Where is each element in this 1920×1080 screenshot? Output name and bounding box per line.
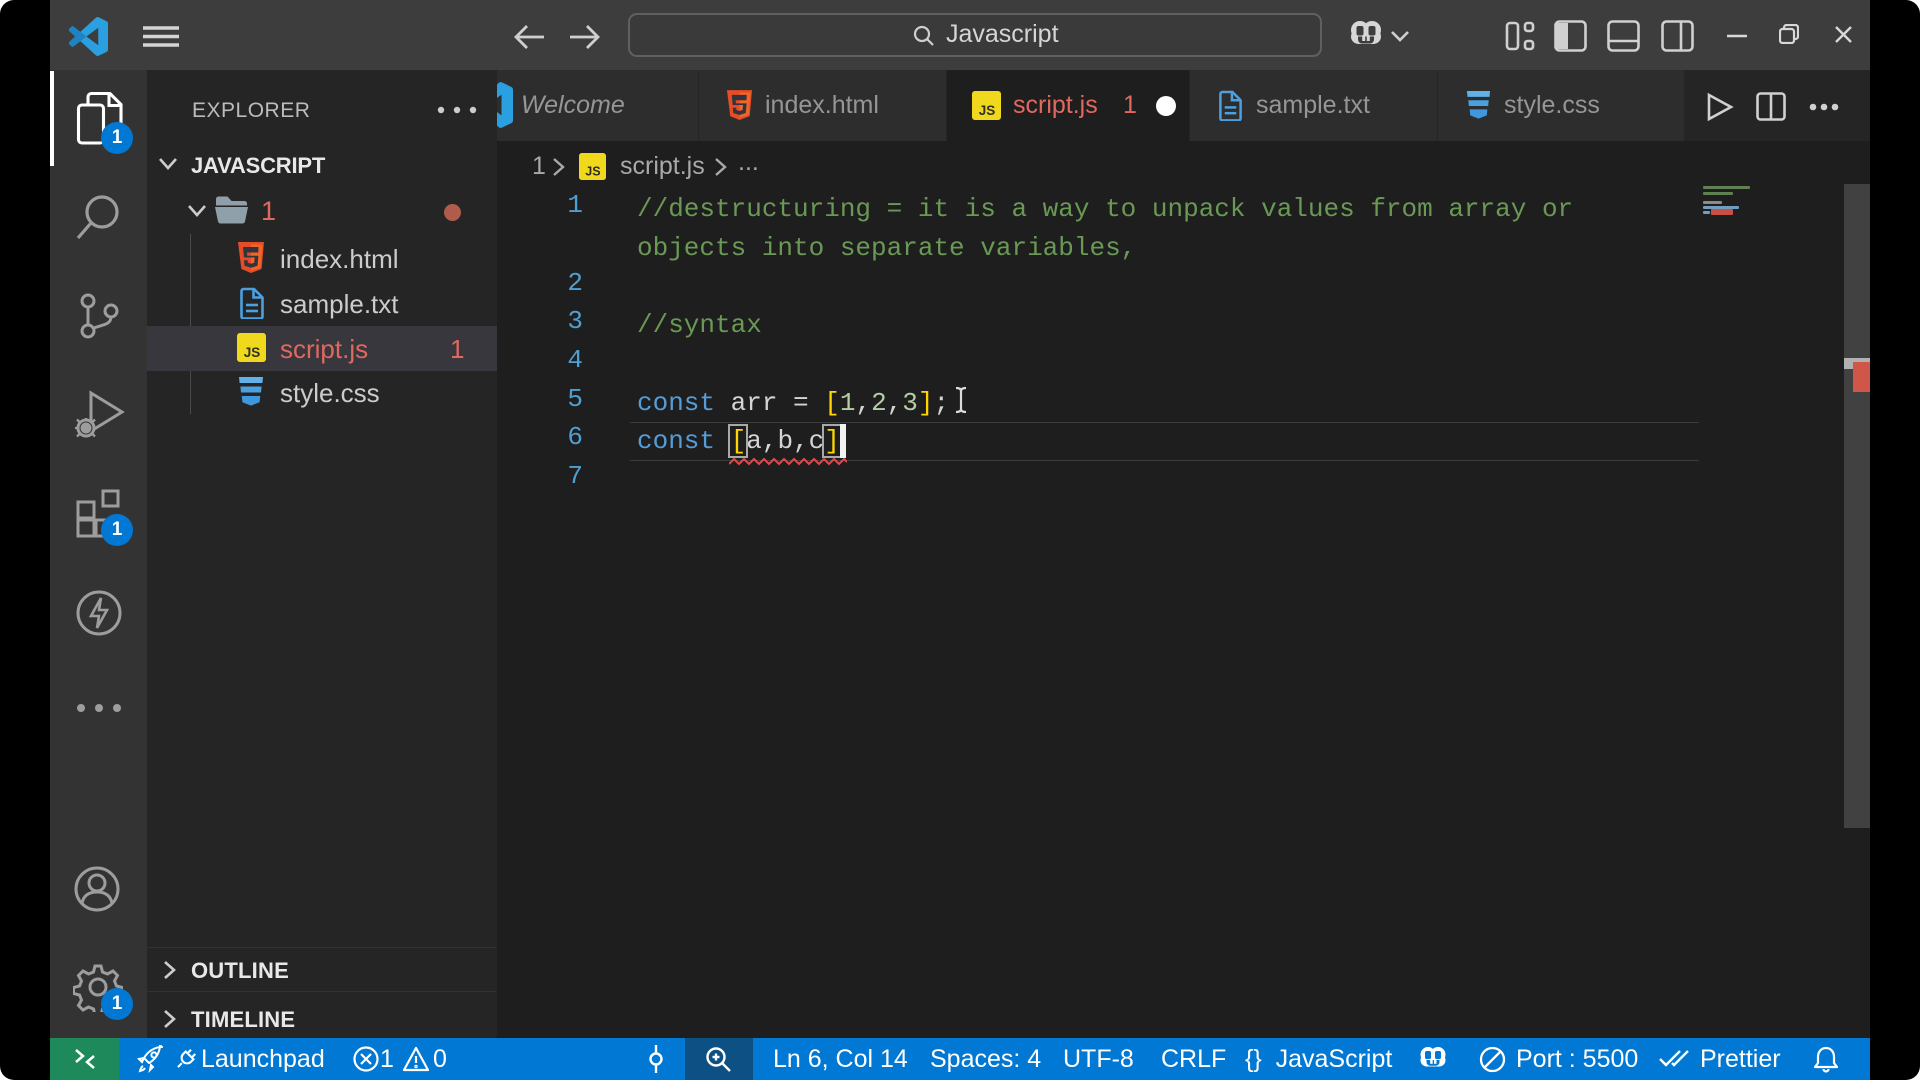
svg-text:JS: JS bbox=[244, 345, 261, 360]
svg-text:JS: JS bbox=[585, 164, 600, 178]
svg-text:JS: JS bbox=[979, 103, 996, 118]
